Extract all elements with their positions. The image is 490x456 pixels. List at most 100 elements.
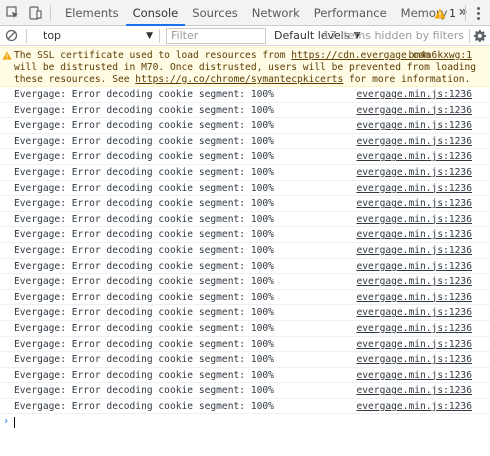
- gear-icon[interactable]: [473, 29, 486, 42]
- log-message: Evergage: Error decoding cookie segment:…: [14, 89, 274, 100]
- log-message: Evergage: Error decoding cookie segment:…: [14, 276, 274, 288]
- tabbar-divider: [465, 5, 466, 21]
- log-message: Evergage: Error decoding cookie segment:…: [14, 120, 274, 132]
- log-message: Evergage: Error decoding cookie segment:…: [14, 198, 274, 210]
- warning-icon: [434, 8, 446, 18]
- warning-text: The SSL certificate used to load resourc…: [14, 50, 292, 61]
- log-row: Evergage: Error decoding cookie segment:…: [0, 274, 490, 290]
- log-row: Evergage: Error decoding cookie segment:…: [0, 305, 490, 321]
- log-source-link[interactable]: evergage.min.js:1236: [356, 290, 472, 306]
- log-source-link[interactable]: evergage.min.js:1236: [356, 383, 472, 399]
- log-row: Evergage: Error decoding cookie segment:…: [0, 118, 490, 134]
- warning-count: 1: [449, 6, 456, 20]
- log-message: Evergage: Error decoding cookie segment:…: [14, 182, 274, 194]
- more-tabs-button[interactable]: »: [454, 0, 471, 26]
- console-prompt[interactable]: ›: [0, 414, 490, 430]
- log-message: Evergage: Error decoding cookie segment:…: [14, 307, 274, 319]
- ssl-warning-message: The SSL certificate used to load resourc…: [0, 47, 490, 87]
- log-source-link[interactable]: evergage.min.js:1236: [356, 196, 472, 212]
- device-toolbar-icon[interactable]: [26, 4, 44, 22]
- log-message: Evergage: Error decoding cookie segment:…: [14, 104, 274, 116]
- log-message: Evergage: Error decoding cookie segment:…: [14, 166, 274, 178]
- tabbar-divider: [50, 4, 51, 21]
- log-message: Evergage: Error decoding cookie segment:…: [14, 213, 274, 225]
- log-message: Evergage: Error decoding cookie segment:…: [14, 322, 274, 334]
- log-message: Evergage: Error decoding cookie segment:…: [14, 244, 274, 256]
- log-message: Evergage: Error decoding cookie segment:…: [14, 338, 274, 350]
- log-source-link[interactable]: evergage.min.js:1236: [356, 274, 472, 290]
- tab-network[interactable]: Network: [245, 0, 307, 26]
- log-row: Evergage: Error decoding cookie segment:…: [0, 212, 490, 228]
- log-source-link[interactable]: evergage.min.js:1236: [356, 337, 472, 353]
- warning-text: these resources. See: [14, 74, 136, 85]
- log-source-link[interactable]: evergage.min.js:1236: [356, 103, 472, 119]
- log-row: Evergage: Error decoding cookie segment:…: [0, 181, 490, 197]
- log-source-link[interactable]: evergage.min.js:1236: [356, 399, 472, 415]
- filter-input[interactable]: [166, 27, 266, 44]
- log-message: Evergage: Error decoding cookie segment:…: [14, 369, 274, 381]
- console-filter-bar: top ▼ Default levels ▼ 17 items hidden b…: [0, 26, 490, 46]
- log-source-link[interactable]: evergage.min.js:1236: [356, 134, 472, 150]
- devtools-tabbar: Elements Console Sources Network Perform…: [0, 0, 490, 26]
- tab-elements[interactable]: Elements: [58, 0, 126, 26]
- hidden-items-count: 17 items hidden by filters: [322, 29, 464, 42]
- log-source-link[interactable]: evergage.min.js:1236: [356, 149, 472, 165]
- log-message: Evergage: Error decoding cookie segment:…: [14, 291, 274, 303]
- log-source-link[interactable]: evergage.min.js:1236: [356, 352, 472, 368]
- text-caret: [14, 417, 15, 429]
- log-message: Evergage: Error decoding cookie segment:…: [14, 354, 274, 366]
- log-row: Evergage: Error decoding cookie segment:…: [0, 352, 490, 368]
- inspect-element-icon[interactable]: [4, 4, 22, 22]
- log-source-link[interactable]: evergage.min.js:1236: [356, 87, 472, 103]
- log-source-link[interactable]: evergage.min.js:1236: [356, 321, 472, 337]
- context-selector[interactable]: top ▼: [37, 27, 159, 45]
- clear-console-icon[interactable]: [5, 29, 18, 42]
- log-source-link[interactable]: evergage.min.js:1236: [356, 305, 472, 321]
- log-source-link[interactable]: evergage.min.js:1236: [356, 243, 472, 259]
- log-source-link[interactable]: evergage.min.js:1236: [356, 118, 472, 134]
- log-row: Evergage: Error decoding cookie segment:…: [0, 337, 490, 353]
- log-source-link[interactable]: evergage.min.js:1236: [356, 212, 472, 228]
- log-source-link[interactable]: evergage.min.js:1236: [356, 165, 472, 181]
- log-message: Evergage: Error decoding cookie segment:…: [14, 260, 274, 272]
- log-source-link[interactable]: evergage.min.js:1236: [356, 259, 472, 275]
- warning-icon: [2, 51, 12, 60]
- log-message: Evergage: Error decoding cookie segment:…: [14, 135, 274, 147]
- log-source-link[interactable]: evergage.min.js:1236: [356, 227, 472, 243]
- log-row: Evergage: Error decoding cookie segment:…: [0, 259, 490, 275]
- dropdown-arrow-icon: ▼: [146, 30, 153, 41]
- log-source-link[interactable]: evergage.min.js:1236: [356, 181, 472, 197]
- log-row: Evergage: Error decoding cookie segment:…: [0, 321, 490, 337]
- log-row: Evergage: Error decoding cookie segment:…: [0, 227, 490, 243]
- log-row: Evergage: Error decoding cookie segment:…: [0, 290, 490, 306]
- log-row: Evergage: Error decoding cookie segment:…: [0, 383, 490, 399]
- customize-menu-icon[interactable]: [472, 4, 484, 22]
- prompt-chevron-icon: ›: [3, 416, 10, 428]
- tab-console[interactable]: Console: [125, 0, 186, 26]
- log-message: Evergage: Error decoding cookie segment:…: [14, 400, 274, 412]
- log-message: Evergage: Error decoding cookie segment:…: [14, 151, 274, 163]
- log-row: Evergage: Error decoding cookie segment:…: [0, 196, 490, 212]
- warning-text: will be distrusted in M70. Once distrust…: [14, 62, 477, 73]
- filter-divider: [159, 28, 160, 43]
- tab-performance[interactable]: Performance: [307, 0, 394, 26]
- log-row: Evergage: Error decoding cookie segment:…: [0, 368, 490, 384]
- log-row: Evergage: Error decoding cookie segment:…: [0, 149, 490, 165]
- log-row: Evergage: Error decoding cookie segment:…: [0, 165, 490, 181]
- warning-source-link[interactable]: bm4a6kxwg:1: [408, 50, 472, 62]
- warning-link-symantec[interactable]: https://g.co/chrome/symantecpkicerts: [135, 74, 343, 85]
- log-row: Evergage: Error decoding cookie segment:…: [0, 243, 490, 259]
- console-messages: The SSL certificate used to load resourc…: [0, 47, 490, 430]
- tab-sources[interactable]: Sources: [185, 0, 245, 26]
- log-list: Evergage: Error decoding cookie segment:…: [0, 87, 490, 415]
- log-row: Evergage: Error decoding cookie segment:…: [0, 134, 490, 150]
- context-label: top: [43, 29, 62, 42]
- log-message: Evergage: Error decoding cookie segment:…: [14, 385, 274, 397]
- filter-divider: [469, 29, 470, 43]
- log-source-link[interactable]: evergage.min.js:1236: [356, 368, 472, 384]
- log-message: Evergage: Error decoding cookie segment:…: [14, 229, 274, 241]
- warning-counter[interactable]: 1: [434, 4, 456, 22]
- log-row: Evergage: Error decoding cookie segment:…: [0, 399, 490, 415]
- warning-text: for more information.: [343, 74, 471, 85]
- log-row: Evergage: Error decoding cookie segment:…: [0, 87, 490, 103]
